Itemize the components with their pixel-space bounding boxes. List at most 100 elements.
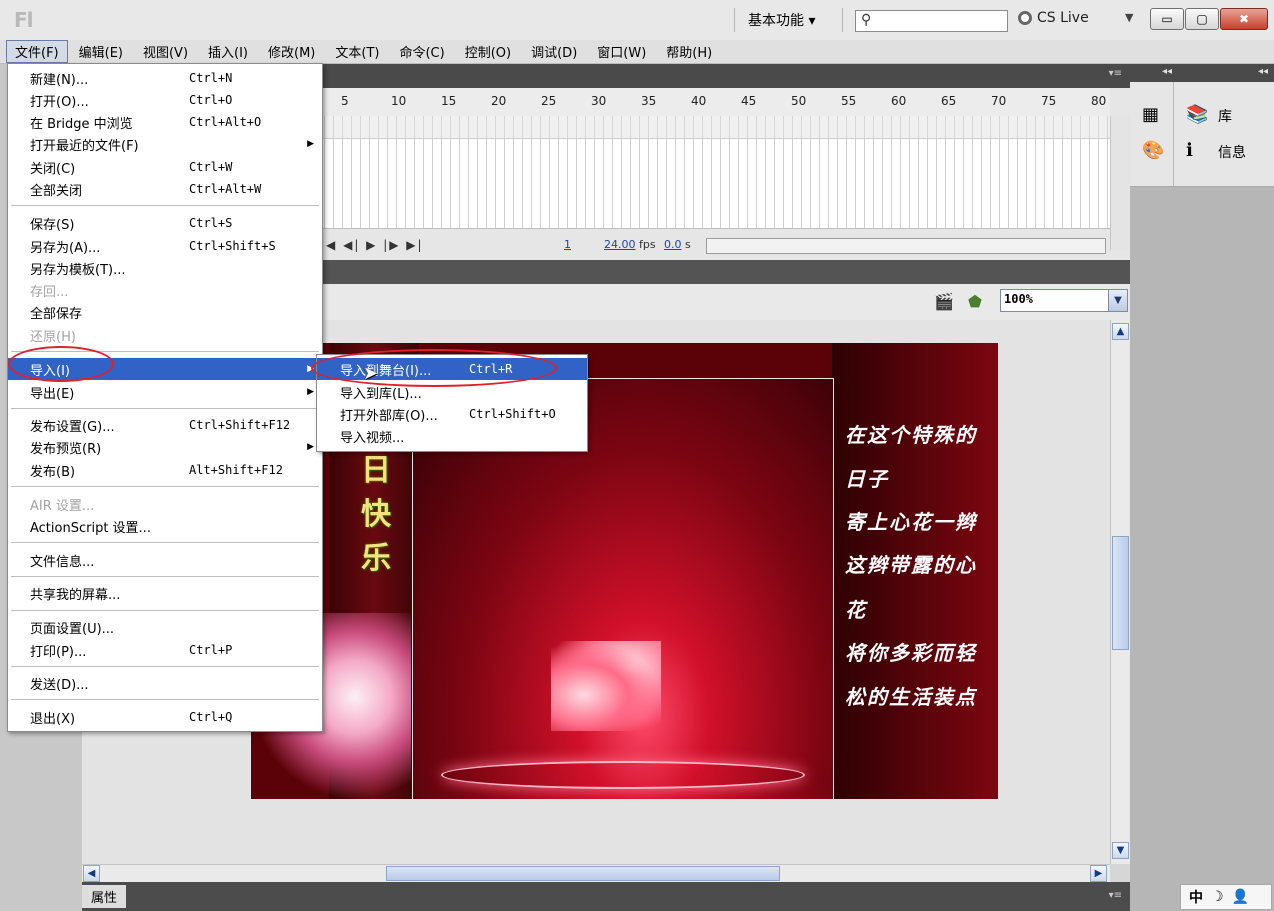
scroll-up-icon[interactable]: ▲ (1112, 323, 1129, 340)
scroll-left-icon[interactable]: ◀ (83, 865, 100, 882)
menu-item-new[interactable]: 新建(N)... Ctrl+N (8, 67, 322, 89)
library-label[interactable]: 库 (1218, 106, 1232, 126)
minimize-button[interactable]: ▭ (1150, 8, 1184, 30)
zoom-select[interactable]: 100% ▼ (1000, 289, 1128, 312)
menu-item-close-all[interactable]: 全部关闭 Ctrl+Alt+W (8, 178, 322, 200)
menu-item-file-info[interactable]: 文件信息... (8, 549, 322, 571)
edit-symbol-icon[interactable]: ⬟ (968, 292, 982, 311)
menu-item-print[interactable]: 打印(P)... Ctrl+P (8, 639, 322, 661)
elapsed-time[interactable]: 0.0 s (664, 238, 691, 251)
chevron-down-icon[interactable]: ▼ (1125, 11, 1133, 24)
ruler-tick: 80 (1091, 94, 1107, 108)
menu-item-save-all[interactable]: 全部保存 (8, 301, 322, 323)
menu-item-save-as[interactable]: 另存为(A)... Ctrl+Shift+S (8, 235, 322, 257)
menu-insert[interactable]: 插入(I) (199, 40, 257, 63)
menu-item-shortcut: Ctrl+Alt+W (189, 182, 262, 196)
menu-item-label: 导出(E) (30, 386, 75, 402)
menu-item-save[interactable]: 保存(S) Ctrl+S (8, 212, 322, 234)
ruler-tick: 15 (441, 94, 457, 108)
menu-item-export[interactable]: 导出(E) ▶ (8, 381, 322, 403)
close-button[interactable]: ✖ (1220, 8, 1268, 30)
stage-vertical-scrollbar[interactable]: ▲ ▼ (1110, 320, 1131, 864)
moon-icon[interactable]: ☽ (1211, 889, 1224, 905)
menu-item-shortcut: Ctrl+N (189, 71, 233, 85)
scroll-thumb[interactable] (386, 866, 780, 881)
cs-live-button[interactable]: CS Live (1018, 10, 1089, 26)
menu-item-open-recent[interactable]: 打开最近的文件(F) ▶ (8, 133, 322, 155)
library-icon[interactable]: 📚 (1186, 104, 1208, 125)
menu-control[interactable]: 控制(O) (456, 40, 520, 63)
menu-item-browse-bridge[interactable]: 在 Bridge 中浏览 Ctrl+Alt+O (8, 111, 322, 133)
menu-item-label: 共享我的屏幕... (30, 587, 121, 603)
info-label[interactable]: 信息 (1218, 142, 1246, 162)
time-value[interactable]: 0.0 (664, 238, 682, 251)
poem-line: 日子 (845, 467, 889, 491)
current-frame[interactable]: 1 (564, 238, 571, 251)
align-panel-icon[interactable]: ▦ (1142, 104, 1159, 125)
timeline-horizontal-scrollbar[interactable] (706, 238, 1106, 254)
menu-item-share-screen[interactable]: 共享我的屏幕... (8, 582, 322, 604)
menu-debug[interactable]: 调试(D) (522, 40, 586, 63)
ruler-tick: 70 (991, 94, 1007, 108)
menu-item-label: 退出(X) (30, 711, 76, 727)
cs-live-icon (1018, 11, 1032, 25)
poem-line: 寄上心花一辫 (845, 510, 977, 534)
divider (1173, 82, 1174, 186)
ime-mode-label[interactable]: 中 (1189, 887, 1203, 907)
menu-item-page-setup[interactable]: 页面设置(U)... (8, 616, 322, 638)
menu-item-close[interactable]: 关闭(C) Ctrl+W (8, 156, 322, 178)
scroll-down-icon[interactable]: ▼ (1112, 842, 1129, 859)
menu-item-label: 在 Bridge 中浏览 (30, 116, 133, 132)
menu-item-label: 保存(S) (30, 217, 75, 233)
menu-modify[interactable]: 修改(M) (259, 40, 324, 63)
cs-live-label: CS Live (1037, 10, 1089, 26)
menu-item-publish-settings[interactable]: 发布设置(G)... Ctrl+Shift+F12 (8, 414, 322, 436)
menu-text[interactable]: 文本(T) (326, 40, 388, 63)
info-icon[interactable]: ℹ (1186, 140, 1193, 161)
panel-menu-icon[interactable]: ▾≡ (1109, 890, 1122, 901)
scroll-right-icon[interactable]: ▶ (1090, 865, 1107, 882)
menu-file[interactable]: 文件(F) (6, 40, 68, 63)
ruler-tick: 30 (591, 94, 607, 108)
frame-rate[interactable]: 24.00 fps (604, 238, 656, 251)
stage-horizontal-scrollbar[interactable]: ◀ ▶ (82, 864, 1110, 883)
timeline-scrollbar[interactable] (1110, 116, 1131, 250)
panel-menu-icon[interactable]: ▾≡ (1109, 68, 1122, 79)
menu-separator (11, 542, 319, 543)
help-search-input[interactable]: ⚲ (855, 10, 1008, 32)
menu-item-publish-preview[interactable]: 发布预览(R) ▶ (8, 436, 322, 458)
workspace-switcher[interactable]: 基本功能 ▾ (748, 10, 815, 30)
menu-item-open[interactable]: 打开(O)... Ctrl+O (8, 89, 322, 111)
ruler-tick: 75 (1041, 94, 1057, 108)
menu-edit[interactable]: 编辑(E) (70, 40, 132, 63)
chevron-down-icon[interactable]: ▼ (1108, 290, 1127, 311)
menu-item-label: 另存为(A)... (30, 240, 101, 256)
menu-item-exit[interactable]: 退出(X) Ctrl+Q (8, 706, 322, 728)
menu-item-label: 存回... (30, 284, 69, 300)
menu-commands[interactable]: 命令(C) (390, 40, 453, 63)
maximize-button[interactable]: ▢ (1185, 8, 1219, 30)
edit-scene-icon[interactable]: 🎬 (934, 292, 954, 311)
menu-item-shortcut: Ctrl+Shift+F12 (189, 418, 291, 432)
ime-toolbar[interactable]: 中 ☽ 👤 (1180, 884, 1272, 910)
menu-item-import-video[interactable]: 导入视频... (317, 425, 587, 447)
collapse-icon[interactable]: ◂◂ (1258, 66, 1268, 77)
playback-controls[interactable]: |◀ ◀| ▶ |▶ ▶| (320, 238, 424, 252)
menu-item-save-as-template[interactable]: 另存为模板(T)... (8, 257, 322, 279)
menu-item-open-external-library[interactable]: 打开外部库(O)... Ctrl+Shift+O (317, 403, 587, 425)
menu-window[interactable]: 窗口(W) (588, 40, 655, 63)
menu-item-publish[interactable]: 发布(B) Alt+Shift+F12 (8, 459, 322, 481)
menu-view[interactable]: 视图(V) (134, 40, 197, 63)
collapse-icon[interactable]: ◂◂ (1162, 66, 1172, 77)
color-panel-icon[interactable]: 🎨 (1142, 140, 1164, 161)
scroll-thumb[interactable] (1112, 536, 1129, 650)
user-icon[interactable]: 👤 (1232, 889, 1249, 905)
menu-help[interactable]: 帮助(H) (657, 40, 721, 63)
fps-value[interactable]: 24.00 (604, 238, 636, 251)
menu-item-send[interactable]: 发送(D)... (8, 672, 322, 694)
title-char: 乐 (361, 541, 391, 576)
menu-item-actionscript-settings[interactable]: ActionScript 设置... (8, 515, 322, 537)
menu-item-label: 关闭(C) (30, 161, 76, 177)
butterfly-graphic (551, 641, 661, 731)
properties-tab[interactable]: 属性 (82, 885, 126, 908)
